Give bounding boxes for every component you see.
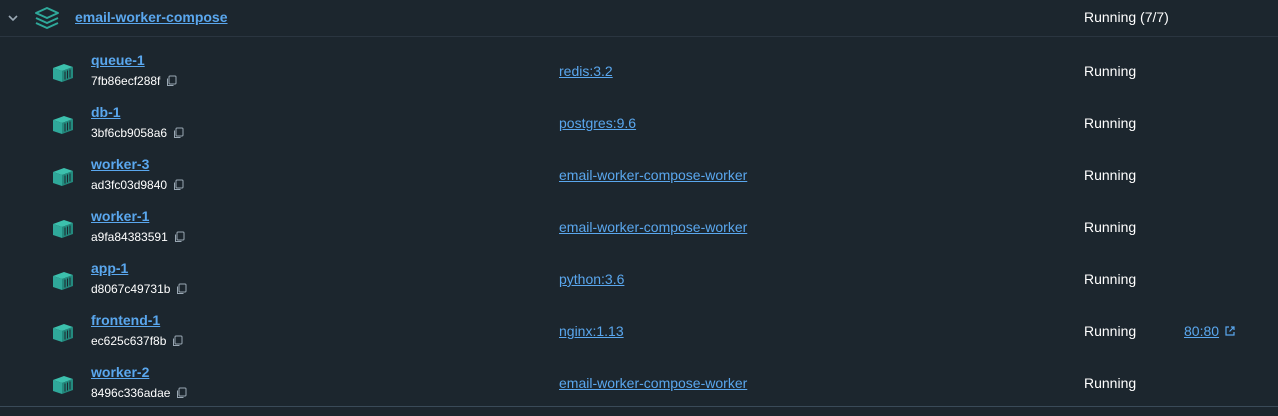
container-id-text: ec625c637f8b <box>91 334 167 348</box>
copy-icon[interactable] <box>176 387 187 399</box>
container-id: ec625c637f8b <box>91 334 183 348</box>
container-name[interactable]: worker-2 <box>91 364 149 380</box>
compose-group-name[interactable]: email-worker-compose <box>75 9 228 25</box>
copy-icon[interactable] <box>173 179 184 191</box>
copy-icon[interactable] <box>176 283 187 295</box>
stack-icon <box>35 7 59 29</box>
container-name[interactable]: db-1 <box>91 104 121 120</box>
container-image-link[interactable]: postgres:9.6 <box>559 115 636 131</box>
container-status: Running <box>1084 167 1137 183</box>
port-link[interactable]: 80:80 <box>1184 323 1236 339</box>
container-icon <box>53 168 73 186</box>
container-icon <box>53 116 73 134</box>
chevron-down-icon[interactable] <box>6 11 20 25</box>
divider <box>0 406 1278 407</box>
container-image-link[interactable]: email-worker-compose-worker <box>559 219 747 235</box>
container-row[interactable]: app-1 d8067c49731b python:3.6 Running <box>0 254 1278 306</box>
external-link-icon[interactable] <box>1224 325 1236 337</box>
container-image-link[interactable]: python:3.6 <box>559 271 624 287</box>
container-icon <box>53 324 73 342</box>
container-id: 7fb86ecf288f <box>91 74 177 88</box>
copy-icon[interactable] <box>172 335 183 347</box>
container-row[interactable]: worker-2 8496c336adae email-worker-compos… <box>0 358 1278 410</box>
compose-group-row[interactable]: email-worker-compose Running (7/7) <box>0 0 1278 37</box>
container-status: Running <box>1084 323 1137 339</box>
compose-group-status: Running (7/7) <box>1084 9 1169 25</box>
container-icon <box>53 376 73 394</box>
container-id-text: 7fb86ecf288f <box>91 74 161 88</box>
copy-icon[interactable] <box>166 75 177 87</box>
port-text[interactable]: 80:80 <box>1184 323 1219 339</box>
container-name[interactable]: frontend-1 <box>91 312 160 328</box>
container-id-text: a9fa84383591 <box>91 230 168 244</box>
container-status: Running <box>1084 375 1137 391</box>
container-icon <box>53 64 73 82</box>
container-image-link[interactable]: nginx:1.13 <box>559 323 624 339</box>
container-status: Running <box>1084 63 1137 79</box>
container-row[interactable]: worker-1 a9fa84383591 email-worker-compos… <box>0 202 1278 254</box>
container-image-link[interactable]: email-worker-compose-worker <box>559 167 747 183</box>
container-icon <box>53 220 73 238</box>
container-name[interactable]: worker-3 <box>91 156 149 172</box>
container-row[interactable]: db-1 3bf6cb9058a6 postgres:9.6 Running <box>0 98 1278 150</box>
container-name[interactable]: queue-1 <box>91 52 145 68</box>
container-id-text: 8496c336adae <box>91 386 171 400</box>
container-id-text: d8067c49731b <box>91 282 171 296</box>
container-status: Running <box>1084 115 1137 131</box>
container-image-link[interactable]: redis:3.2 <box>559 63 613 79</box>
container-status: Running <box>1084 219 1137 235</box>
container-id-text: ad3fc03d9840 <box>91 178 168 192</box>
container-row[interactable]: frontend-1 ec625c637f8b nginx:1.13 Running… <box>0 306 1278 358</box>
copy-icon[interactable] <box>173 127 184 139</box>
container-image-link[interactable]: email-worker-compose-worker <box>559 375 747 391</box>
container-icon <box>53 272 73 290</box>
container-name[interactable]: app-1 <box>91 260 128 276</box>
container-id: 8496c336adae <box>91 386 187 400</box>
container-row[interactable]: queue-1 7fb86ecf288f redis:3.2 Running <box>0 46 1278 98</box>
container-id: 3bf6cb9058a6 <box>91 126 184 140</box>
copy-icon[interactable] <box>174 231 185 243</box>
container-id: ad3fc03d9840 <box>91 178 184 192</box>
container-id: d8067c49731b <box>91 282 187 296</box>
container-row[interactable]: worker-3 ad3fc03d9840 email-worker-compos… <box>0 150 1278 202</box>
container-status: Running <box>1084 271 1137 287</box>
container-id: a9fa84383591 <box>91 230 185 244</box>
container-id-text: 3bf6cb9058a6 <box>91 126 168 140</box>
container-name[interactable]: worker-1 <box>91 208 149 224</box>
